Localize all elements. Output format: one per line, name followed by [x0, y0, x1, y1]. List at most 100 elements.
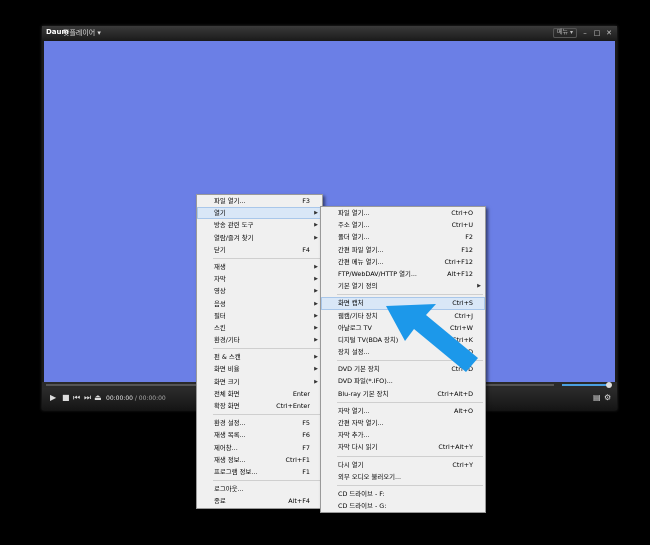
- previous-icon[interactable]: ⏮: [73, 393, 80, 403]
- menu-item[interactable]: 환경 설정... F5: [197, 417, 322, 429]
- menu-item[interactable]: 펀 & 스캔 ▶: [197, 351, 322, 363]
- menu-item-shortcut: F2: [465, 233, 473, 242]
- menu-item-label: 화면 크기: [214, 377, 240, 386]
- menu-item-label: 전체 화면: [214, 389, 240, 398]
- menu-item[interactable]: 로그아웃...: [197, 483, 322, 495]
- menu-item[interactable]: 재생 ▶: [197, 261, 322, 273]
- menu-item[interactable]: 화면 크기 ▶: [197, 376, 322, 388]
- menu-item-shortcut: Ctrl+F1: [285, 455, 310, 464]
- menu-item[interactable]: 열람/즐겨 찾기 ▶: [197, 232, 322, 244]
- menu-item-shortcut: Ctrl+O: [451, 209, 473, 217]
- menu-item-label: 방송 관련 도구: [214, 221, 254, 230]
- menu-item[interactable]: FTP/WebDAV/HTTP 열기... Alt+F12: [321, 268, 485, 280]
- menu-item[interactable]: 닫기 F4: [197, 244, 322, 256]
- menu-item[interactable]: 재생 정보... Ctrl+F1: [197, 454, 322, 466]
- menu-item-label: 재생 목록...: [214, 431, 246, 440]
- submenu-arrow-icon: ▶: [314, 337, 318, 344]
- submenu-arrow-icon: ▶: [314, 276, 318, 283]
- menu-item[interactable]: 파일 열기... Ctrl+O: [321, 207, 485, 219]
- time-display: 00:00:00 / 00:00:00: [106, 395, 166, 402]
- menu-item-label: 펀 & 스캔: [214, 353, 241, 362]
- menu-item[interactable]: 환경/기타 ▶: [197, 334, 322, 346]
- app-name-menu[interactable]: 팟플레이어 ▾: [63, 28, 101, 38]
- menu-item-label: 확장 화면: [214, 402, 240, 410]
- menu-item[interactable]: 주소 열기... Ctrl+U: [321, 219, 485, 231]
- menu-item[interactable]: 다시 열기 Ctrl+Y: [321, 459, 485, 471]
- menu-item-label: 열기: [214, 209, 226, 218]
- menu-item-shortcut: Ctrl+Enter: [276, 402, 310, 410]
- menu-item[interactable]: 종료 Alt+F4: [197, 495, 322, 507]
- menu-item[interactable]: 자막 ▶: [197, 273, 322, 285]
- menu-item-shortcut: F4: [302, 245, 310, 254]
- menu-item-label: Blu-ray 기본 장치: [338, 389, 389, 398]
- skin-menu-button[interactable]: 메뉴 ▾: [553, 28, 577, 38]
- menu-item[interactable]: CD 드라이브 - G:: [321, 500, 485, 512]
- close-icon[interactable]: ✕: [605, 29, 613, 38]
- window-controls: 메뉴 ▾ – □ ✕: [553, 28, 613, 38]
- menu-item-label: 파일 열기...: [214, 197, 246, 205]
- submenu-arrow-icon: ▶: [314, 234, 318, 241]
- submenu-arrow-icon: ▶: [314, 222, 318, 229]
- menu-item[interactable]: 전체 화면 Enter: [197, 388, 322, 400]
- playlist-icon[interactable]: ▤: [593, 393, 601, 403]
- maximize-icon[interactable]: □: [593, 29, 601, 38]
- menu-item-label: 간편 자막 열기...: [338, 419, 384, 427]
- menu-item-label: 아날로그 TV: [338, 323, 372, 332]
- next-icon[interactable]: ⏭: [84, 393, 91, 403]
- menu-item[interactable]: 자막 추가...: [321, 429, 485, 441]
- menu-item-label: 열람/즐겨 찾기: [214, 233, 254, 242]
- menu-item-label: 재생: [214, 262, 226, 271]
- menu-item-label: 화면 비율: [214, 365, 240, 374]
- menu-item[interactable]: 스킨 ▶: [197, 322, 322, 334]
- menu-item[interactable]: 제어창... F7: [197, 442, 322, 454]
- title-bar[interactable]: Daum 팟플레이어 ▾ 메뉴 ▾ – □ ✕: [42, 26, 617, 40]
- menu-item-shortcut: Ctrl+Y: [452, 460, 473, 469]
- submenu-arrow-icon: ▶: [314, 210, 318, 217]
- play-icon[interactable]: ▶: [50, 393, 56, 403]
- menu-item[interactable]: 확장 화면 Ctrl+Enter: [197, 400, 322, 412]
- menu-item[interactable]: CD 드라이브 - F:: [321, 488, 485, 500]
- menu-item-label: 음성: [214, 299, 226, 308]
- menu-item[interactable]: 폴더 열기... F2: [321, 231, 485, 243]
- settings-icon[interactable]: ⚙: [604, 393, 611, 403]
- menu-item[interactable]: 기본 열기 정의 ▶: [321, 280, 485, 292]
- menu-item[interactable]: 방송 관련 도구 ▶: [197, 219, 322, 231]
- menu-item-shortcut: Ctrl+U: [451, 221, 473, 230]
- menu-item[interactable]: 파일 열기... F3: [197, 195, 322, 207]
- menu-item[interactable]: 화면 비율 ▶: [197, 363, 322, 375]
- menu-item-label: FTP/WebDAV/HTTP 열기...: [338, 269, 417, 278]
- menu-item[interactable]: 재생 목록... F6: [197, 429, 322, 441]
- menu-item-label: 영상: [214, 287, 226, 296]
- submenu-arrow-icon: ▶: [314, 312, 318, 319]
- menu-item-label: 간편 메뉴 열기...: [338, 257, 384, 266]
- menu-item[interactable]: 자막 열기... Alt+O: [321, 405, 485, 417]
- menu-item-shortcut: Ctrl+Alt+D: [437, 389, 473, 398]
- submenu-arrow-icon: ▶: [314, 366, 318, 373]
- context-menu: 파일 열기... F3 열기 ▶ 방송 관련 도구 ▶ 열람/즐겨 찾기 ▶ 닫기 F4 재생 ▶ 자막…: [196, 194, 323, 509]
- menu-item-label: 자막 추가...: [338, 431, 370, 440]
- menu-item[interactable]: Blu-ray 기본 장치 Ctrl+Alt+D: [321, 388, 485, 400]
- menu-item-label: 외부 오디오 불러오기...: [338, 472, 402, 481]
- stop-icon[interactable]: ■: [62, 393, 70, 403]
- menu-item-shortcut: Alt+O: [453, 406, 473, 415]
- volume-slider[interactable]: [562, 382, 612, 388]
- menu-item[interactable]: 필터 ▶: [197, 310, 322, 322]
- minimize-icon[interactable]: –: [581, 29, 589, 38]
- eject-icon[interactable]: ⏏: [94, 393, 102, 403]
- menu-item[interactable]: 열기 ▶: [197, 207, 322, 220]
- menu-item[interactable]: 음성 ▶: [197, 298, 322, 310]
- menu-item[interactable]: 간편 파일 열기... F12: [321, 244, 485, 256]
- menu-item[interactable]: 자막 다시 읽기 Ctrl+Alt+Y: [321, 441, 485, 453]
- menu-item-shortcut: Ctrl+F12: [444, 257, 473, 266]
- menu-item[interactable]: 영상 ▶: [197, 285, 322, 297]
- menu-item[interactable]: 외부 오디오 불러오기...: [321, 471, 485, 483]
- menu-item-label: 다시 열기: [338, 460, 364, 469]
- menu-item[interactable]: 프로그램 정보... F1: [197, 466, 322, 478]
- menu-item-label: 간편 파일 열기...: [338, 245, 384, 254]
- menu-item[interactable]: 간편 메뉴 열기... Ctrl+F12: [321, 256, 485, 268]
- menu-item-label: 자막: [214, 275, 226, 284]
- menu-item-label: 폴더 열기...: [338, 233, 370, 242]
- submenu-arrow-icon: ▶: [314, 354, 318, 361]
- menu-separator: [213, 414, 320, 416]
- menu-item[interactable]: 간편 자막 열기...: [321, 417, 485, 429]
